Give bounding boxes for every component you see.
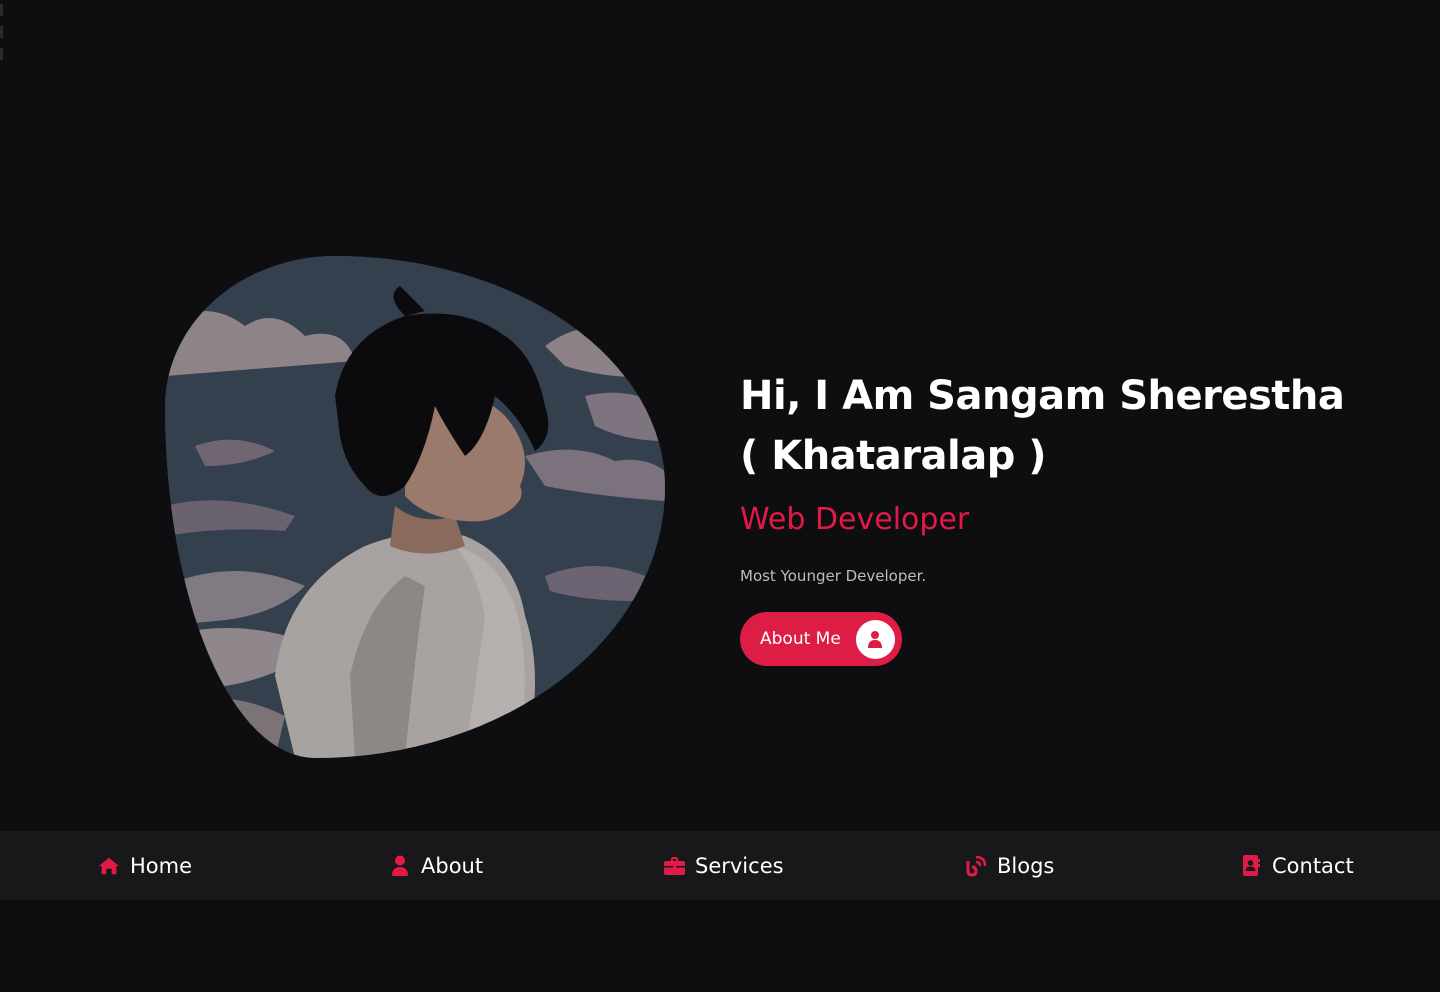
page: Hi, I Am Sangam Sherestha ( Khataralap )… bbox=[0, 0, 1440, 992]
hero-section: Hi, I Am Sangam Sherestha ( Khataralap )… bbox=[0, 0, 1440, 831]
nav-item-services[interactable]: Services bbox=[663, 831, 784, 900]
user-icon bbox=[389, 855, 411, 877]
nav-item-label: Home bbox=[130, 853, 193, 878]
nav-item-label: Services bbox=[695, 853, 784, 878]
bottom-navigation: Home About Services Blogs Contact bbox=[0, 831, 1440, 900]
nav-item-label: Blogs bbox=[997, 853, 1055, 878]
intro-block: Hi, I Am Sangam Sherestha ( Khataralap )… bbox=[740, 366, 1380, 666]
role-title: Web Developer bbox=[740, 502, 970, 537]
nav-item-contact[interactable]: Contact bbox=[1240, 831, 1354, 900]
briefcase-icon bbox=[663, 855, 685, 877]
headline-alias: ( Khataralap ) bbox=[740, 433, 1047, 479]
portrait-illustration bbox=[165, 256, 665, 758]
user-icon bbox=[855, 619, 895, 659]
about-me-button-label: About Me bbox=[760, 629, 841, 649]
about-me-button[interactable]: About Me bbox=[740, 612, 902, 666]
profile-portrait bbox=[165, 256, 665, 758]
tagline: Most Younger Developer. bbox=[740, 567, 927, 585]
nav-item-home[interactable]: Home bbox=[98, 831, 192, 900]
headline-name: Hi, I Am Sangam Sherestha bbox=[740, 373, 1345, 419]
address-book-icon bbox=[1240, 855, 1262, 877]
nav-item-label: Contact bbox=[1272, 853, 1354, 878]
blog-icon bbox=[965, 855, 987, 877]
home-icon bbox=[98, 855, 120, 877]
nav-item-label: About bbox=[421, 853, 484, 878]
nav-item-blogs[interactable]: Blogs bbox=[965, 831, 1054, 900]
nav-item-about[interactable]: About bbox=[389, 831, 483, 900]
hero-headline: Hi, I Am Sangam Sherestha ( Khataralap ) bbox=[740, 366, 1380, 486]
